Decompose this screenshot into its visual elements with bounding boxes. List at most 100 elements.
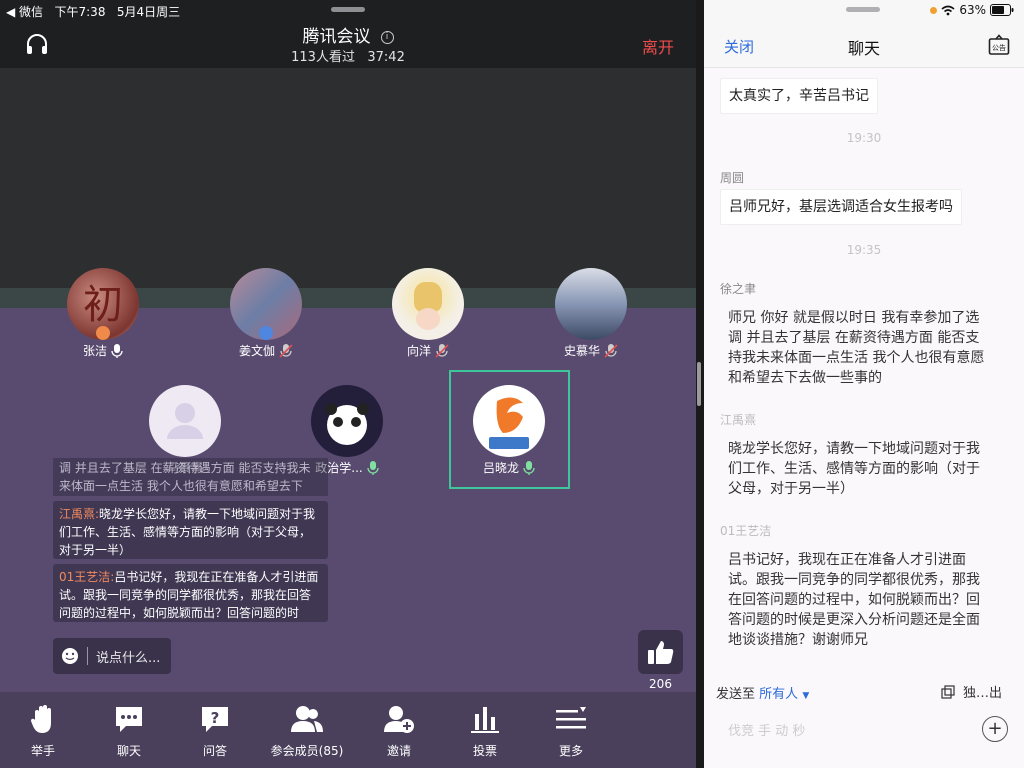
meeting-title-wrap: 腾讯会议 i <box>0 22 696 47</box>
comment-item-faded: 调 并且去了基层 在薪资待遇方面 能否支持我未来体面一点生活 我个人也很有意愿和… <box>53 458 328 496</box>
members-icon <box>291 706 323 732</box>
participant-tile[interactable]: 吕晓龙 <box>464 385 554 476</box>
window-grabber[interactable] <box>331 7 365 12</box>
meeting-header: ◀ 微信 下午7:38 5月4日周三 腾讯会议 i 113人看过 37:42 离开 <box>0 0 696 68</box>
participant-tile[interactable]: 向洋 <box>383 268 473 359</box>
chat-timestamp: 19:30 <box>846 131 882 145</box>
status-date: 5月4日周三 <box>116 5 181 19</box>
participant-avatar <box>392 268 464 340</box>
chevron-down-icon: ▼ <box>802 691 810 701</box>
split-handle[interactable] <box>697 362 701 406</box>
mic-muted-icon <box>435 343 449 358</box>
popout-label: 独…出 <box>962 686 1002 701</box>
popout-button[interactable]: 独…出 <box>941 682 1002 701</box>
wifi-icon <box>941 5 955 15</box>
members-button[interactable]: 参会成员(85) <box>258 692 356 768</box>
participant-tile[interactable]: 史慕华 <box>546 268 636 359</box>
participant-tile[interactable]: 初 张洁 <box>58 268 148 359</box>
toolbar-label: 邀请 <box>386 744 411 758</box>
comment-item: 江禹熹:晓龙学长您好，请教一下地域问题对于我们工作、生活、感情等方面的影响（对于… <box>53 501 328 559</box>
vote-icon <box>471 707 499 733</box>
participant-avatar <box>149 385 221 457</box>
mic-on-icon <box>367 460 379 475</box>
like-count: 206 <box>649 677 672 691</box>
qa-icon: ? <box>202 707 228 732</box>
invite-icon <box>384 706 414 733</box>
chat-sender: 江禹熹 <box>720 413 757 427</box>
chat-button[interactable]: 聊天 <box>86 692 172 768</box>
comment-author: 01王艺洁: <box>59 570 115 584</box>
participant-tile[interactable]: 姜文伽 <box>221 268 311 359</box>
participant-avatar <box>311 385 383 457</box>
chat-message: 吕书记好，我现在正在准备人才引进面试。跟我一同竞争的同学都很优秀，那我在回答问题… <box>728 552 980 648</box>
comment-author: 江禹熹: <box>59 507 100 521</box>
emoji-icon[interactable] <box>61 647 79 665</box>
toolbar-label: 举手 <box>30 744 55 758</box>
chat-timestamp: 19:35 <box>846 243 882 257</box>
battery-percent: 63% <box>959 3 986 17</box>
meeting-pane: ◀ 微信 下午7:38 5月4日周三 腾讯会议 i 113人看过 37:42 离开… <box>0 0 696 768</box>
participant-name: 姜文伽 <box>238 344 275 358</box>
leave-button[interactable]: 离开 <box>642 34 674 58</box>
chat-sender: 徐之聿 <box>720 282 757 296</box>
send-to-selector[interactable]: 发送至 所有人 ▼ <box>716 683 809 702</box>
meeting-toolbar: 举手 聊天 ? 问答 参会成员(85) 邀请 投票 更多 <box>0 692 696 768</box>
toolbar-label: 参会成员(85) <box>270 744 344 758</box>
viewer-count: 113人看过 <box>291 50 355 65</box>
add-attachment-button[interactable]: + <box>982 716 1008 742</box>
mic-muted-icon <box>604 343 618 358</box>
more-button[interactable]: 更多 <box>528 692 614 768</box>
comment-placeholder: 说点什么... <box>96 650 161 666</box>
more-icon <box>556 707 586 729</box>
participant-avatar: 初 <box>67 268 139 340</box>
participant-avatar <box>555 268 627 340</box>
chat-icon <box>116 707 142 732</box>
default-avatar-icon <box>167 403 203 439</box>
toolbar-label: 投票 <box>472 744 497 758</box>
send-to-label: 发送至 <box>716 687 756 702</box>
like-button[interactable] <box>638 630 683 674</box>
toolbar-label: 更多 <box>558 744 583 758</box>
info-icon[interactable]: i <box>380 31 394 44</box>
input-divider <box>87 647 88 665</box>
chat-header: 63% 关闭 聊天 公告 <box>704 0 1024 68</box>
chat-input[interactable]: 伐竞 手 动 秒 <box>728 720 805 739</box>
announcement-icon[interactable]: 公告 <box>988 34 1010 60</box>
popout-icon <box>941 684 955 699</box>
comment-item: 01王艺洁:吕书记好，我现在正在准备人才引进面试。跟我一同竞争的同学都很优秀，那… <box>53 564 328 622</box>
chat-sender: 周圆 <box>720 171 745 185</box>
window-grabber[interactable] <box>846 7 880 12</box>
meeting-title: 腾讯会议 <box>302 27 371 47</box>
send-to-target[interactable]: 所有人 <box>759 687 798 702</box>
chat-bubble: 太真实了，辛苦吕书记 <box>720 78 878 114</box>
toolbar-label: 聊天 <box>116 744 141 758</box>
back-to-app-link[interactable]: ◀ 微信 <box>6 5 43 19</box>
chat-message: 师兄 你好 就是假以时日 我有幸参加了选调 并且去了基层 在薪资待遇方面 能否支… <box>728 310 985 386</box>
mic-on-icon <box>111 343 123 358</box>
participant-name: 吕晓龙 <box>482 461 519 475</box>
battery-icon <box>990 4 1014 16</box>
chat-footer: 发送至 所有人 ▼ 独…出 伐竞 手 动 秒 + <box>704 672 1024 768</box>
meeting-subtitle: 113人看过 37:42 <box>0 46 696 65</box>
toolbar-label: 问答 <box>202 744 227 758</box>
participant-name: 张洁 <box>82 344 107 358</box>
raise-hand-button[interactable]: 举手 <box>0 692 86 768</box>
comment-input[interactable]: 说点什么... <box>53 638 171 674</box>
meeting-duration: 37:42 <box>367 50 405 65</box>
invite-button[interactable]: 邀请 <box>356 692 442 768</box>
chat-sender: 01王艺洁 <box>720 524 772 538</box>
recording-dot-icon <box>930 6 938 14</box>
svg-text:?: ? <box>211 709 220 727</box>
chat-messages: 太真实了，辛苦吕书记 19:30 周圆 吕师兄好，基层选调适合女生报考吗 19:… <box>704 68 1024 668</box>
stage-background <box>0 68 696 288</box>
chat-message: 晓龙学长您好，请教一下地域问题对于我们工作、生活、感情等方面的影响（对于父母，对… <box>728 441 980 497</box>
svg-text:初: 初 <box>83 282 123 328</box>
mic-on-icon <box>523 460 535 475</box>
mic-muted-icon <box>279 343 293 358</box>
qa-button[interactable]: ? 问答 <box>172 692 258 768</box>
vote-button[interactable]: 投票 <box>442 692 528 768</box>
svg-text:公告: 公告 <box>992 43 1006 52</box>
chat-pane: 63% 关闭 聊天 公告 太真实了，辛苦吕书记 19:30 周圆 吕师兄好，基层… <box>704 0 1024 768</box>
participant-name: 史慕华 <box>563 344 600 358</box>
plus-icon: + <box>987 718 1003 739</box>
